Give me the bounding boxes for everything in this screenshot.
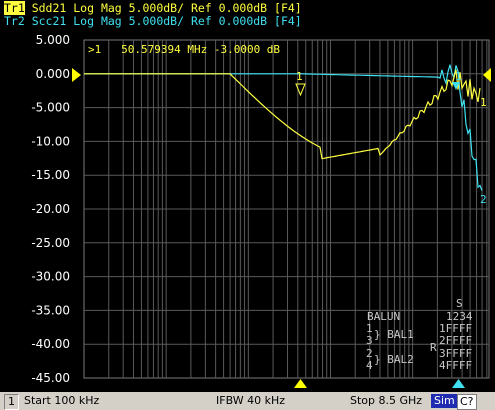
balun-topology-panel: S BALUN 1234 1 3 } BAL1 2 4 } BAL2 R 1FF…: [366, 297, 473, 372]
y-axis-label: -35.00: [31, 303, 70, 317]
trace1-marker-1-label: 1: [296, 70, 303, 83]
trace2-line: [84, 64, 483, 191]
y-axis-label: -15.00: [31, 168, 70, 182]
y-axis-label: -40.00: [31, 337, 70, 351]
stop-frequency[interactable]: Stop 8.5 GHz: [350, 394, 422, 408]
y-axis-label: -10.00: [31, 134, 70, 148]
balun-row-4: 4FFFF: [439, 359, 472, 372]
status-bar: 1 Start 100 kHz IFBW 40 kHz Stop 8.5 GHz…: [0, 392, 495, 410]
analyzer-screen: Tr1 Sdd21 Log Mag 5.000dB/ Ref 0.000dB […: [0, 0, 495, 410]
trace1-line: [84, 69, 481, 160]
marker-readout: >1 50.579394 MHz -3.0000 dB: [88, 43, 280, 56]
stimulus-marker-cyan[interactable]: [452, 379, 465, 388]
y-axis-label: 0.000: [36, 67, 70, 81]
bal1-port-b: 3: [366, 334, 373, 347]
balun-row-2: 2FFFF: [439, 334, 472, 347]
ifbw-setting[interactable]: IFBW 40 kHz: [216, 394, 285, 408]
graticule: [84, 40, 489, 378]
bal2-port-b: 4: [366, 359, 373, 372]
y-axis-labels: 5.000 0.000 -5.000 -10.00 -15.00 -20.00 -25.00…: [31, 33, 70, 385]
balun-s-label: S: [456, 297, 463, 310]
trace1-end-marker-label: 1: [480, 96, 487, 109]
bal1-label: } BAL1: [374, 328, 414, 341]
ref-level-arrow-left[interactable]: [72, 68, 81, 82]
start-frequency[interactable]: Start 100 kHz: [24, 394, 99, 408]
channel-indicator[interactable]: 1: [4, 394, 19, 410]
bal2-label: } BAL2: [374, 353, 414, 366]
y-axis-label: -25.00: [31, 236, 70, 250]
y-axis-label: 5.000: [36, 33, 70, 47]
y-axis-label: -20.00: [31, 202, 70, 216]
y-axis-label: -30.00: [31, 270, 70, 284]
y-axis-label: -45.00: [31, 371, 70, 385]
correction-indicator[interactable]: C?: [457, 394, 477, 410]
trace2-end-marker-label: 2: [480, 193, 487, 206]
balun-r-label: R: [430, 341, 437, 354]
stimulus-marker-yellow[interactable]: [294, 379, 307, 388]
trace2-marker-1-label: 1: [455, 70, 462, 83]
sim-indicator[interactable]: Sim: [431, 394, 458, 408]
plot-area[interactable]: 5.000 0.000 -5.000 -10.00 -15.00 -20.00 -25.00…: [0, 0, 495, 392]
y-axis-label: -5.000: [31, 101, 70, 115]
